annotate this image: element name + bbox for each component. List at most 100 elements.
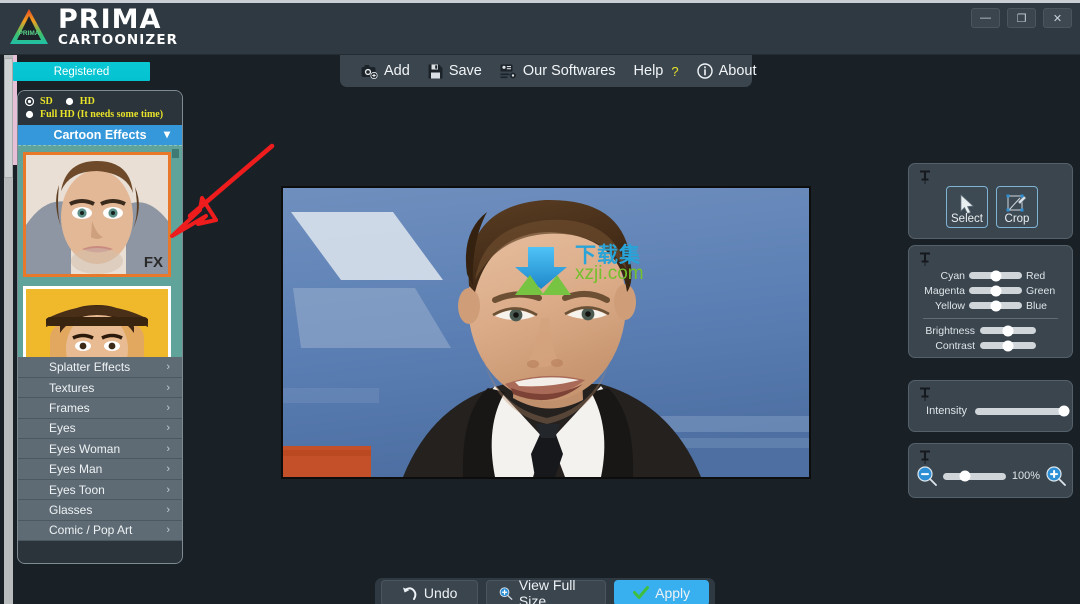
cartoon-effects-title: Cartoon Effects xyxy=(53,128,147,142)
category-glasses[interactable]: Glasses › xyxy=(18,500,182,521)
slider-knob[interactable] xyxy=(990,285,1001,296)
camera-add-icon xyxy=(361,64,378,79)
toolbar-help-button[interactable]: Help ? xyxy=(625,61,688,81)
chevron-right-icon: › xyxy=(166,422,170,435)
contrast-slider[interactable] xyxy=(980,340,1036,351)
radio-full-hd[interactable] xyxy=(25,110,34,119)
info-circle-icon xyxy=(696,63,713,79)
category-eyes[interactable]: Eyes › xyxy=(18,418,182,440)
image-preview-frame[interactable]: 下载集 xzji.com xyxy=(281,186,811,479)
thumbnail-scrollbar[interactable] xyxy=(172,148,180,377)
radio-hd[interactable] xyxy=(65,97,74,106)
close-icon[interactable]: ✕ xyxy=(1043,8,1072,28)
slider-knob[interactable] xyxy=(1002,340,1014,351)
registered-badge[interactable]: Registered xyxy=(13,62,150,81)
view-full-size-label: View Full Size xyxy=(518,577,576,604)
title-bar-top-strip xyxy=(0,0,1080,3)
slider-row-magenta-green: Magenta Green xyxy=(909,283,1072,298)
effect-category-list: Splatter Effects › Textures › Frames › E… xyxy=(18,357,182,541)
toolbar-add-button[interactable]: Add xyxy=(352,61,419,81)
window-controls: — ❐ ✕ xyxy=(971,8,1072,28)
undo-arrow-icon xyxy=(402,587,417,600)
slider-knob[interactable] xyxy=(990,300,1001,311)
intensity-panel: Intensity xyxy=(908,380,1073,432)
slider-label-green: Green xyxy=(1026,284,1056,297)
resolution-label-hd: HD xyxy=(79,96,95,107)
sidebar-footer xyxy=(18,541,182,563)
pushpin-icon[interactable] xyxy=(919,252,931,266)
logo-inner-text: PRIMA xyxy=(19,30,40,37)
toolbar-our-softwares-label: Our Softwares xyxy=(522,63,616,79)
brand-name: PRIMA xyxy=(58,4,162,35)
toolbar-add-label: Add xyxy=(384,63,410,79)
apply-button[interactable]: Apply xyxy=(614,580,709,604)
slider-label-magenta: Magenta xyxy=(924,284,965,297)
resolution-label-sd: SD xyxy=(40,96,53,107)
toolbar-about-button[interactable]: About xyxy=(688,61,766,81)
intensity-slider[interactable] xyxy=(975,405,1070,417)
slider-knob[interactable] xyxy=(1002,325,1014,336)
yellow-blue-slider[interactable] xyxy=(969,300,1022,311)
undo-label: Undo xyxy=(423,585,458,601)
category-label: Eyes xyxy=(49,421,76,436)
pushpin-icon[interactable] xyxy=(919,170,931,184)
restore-icon[interactable]: ❐ xyxy=(1007,8,1036,28)
category-label: Eyes Woman xyxy=(49,441,121,456)
check-icon xyxy=(633,586,650,599)
pushpin-icon[interactable] xyxy=(919,450,931,464)
category-textures[interactable]: Textures › xyxy=(18,377,182,399)
slider-row-yellow-blue: Yellow Blue xyxy=(909,298,1072,313)
toolbar-save-button[interactable]: Save xyxy=(419,61,491,81)
effect-thumbnail-list[interactable]: FX xyxy=(18,145,182,378)
zoom-slider[interactable] xyxy=(943,470,1006,482)
slider-knob[interactable] xyxy=(1058,405,1070,417)
cartoon-effects-header[interactable]: Cartoon Effects ▾ xyxy=(18,125,182,145)
panel-divider xyxy=(923,318,1058,319)
category-eyes-woman[interactable]: Eyes Woman › xyxy=(18,439,182,460)
zoom-percent-label: 100% xyxy=(1011,470,1040,482)
crop-icon xyxy=(1006,194,1027,211)
effect-thumbnail-item[interactable]: FX xyxy=(23,152,171,277)
resolution-options: SD HD Full HD (It needs some time) xyxy=(18,91,182,125)
slider-label-contrast: Contrast xyxy=(935,339,975,352)
radio-sd[interactable] xyxy=(25,97,34,106)
chevron-right-icon: › xyxy=(166,503,170,516)
magnifier-plus-icon xyxy=(500,586,513,600)
thumbnail-scrollbar-thumb[interactable] xyxy=(172,149,179,158)
chevron-right-icon: › xyxy=(166,463,170,476)
slider-knob[interactable] xyxy=(959,470,971,482)
chevron-right-icon: › xyxy=(166,524,170,537)
category-label: Splatter Effects xyxy=(49,360,131,375)
magnifier-plus-icon[interactable] xyxy=(1046,466,1066,486)
crop-tool-button[interactable]: Crop xyxy=(996,186,1038,228)
view-full-size-button[interactable]: View Full Size xyxy=(486,577,607,604)
software-list-icon xyxy=(500,64,517,79)
category-eyes-toon[interactable]: Eyes Toon › xyxy=(18,479,182,501)
bottom-action-bar: Undo View Full Size Apply xyxy=(375,577,715,604)
window-scrollbar-thumb[interactable] xyxy=(4,58,13,178)
fx-badge: FX xyxy=(143,254,163,271)
chevron-right-icon: › xyxy=(166,442,170,455)
toolbar-our-softwares-button[interactable]: Our Softwares xyxy=(491,61,625,81)
pushpin-icon[interactable] xyxy=(919,387,931,401)
category-frames[interactable]: Frames › xyxy=(18,398,182,419)
intensity-label: Intensity xyxy=(926,405,967,417)
cyan-red-slider[interactable] xyxy=(969,270,1022,281)
slider-row-brightness: Brightness xyxy=(909,323,1072,338)
intensity-row: Intensity xyxy=(919,405,1070,417)
app-logo: PRIMA PRIMA CARTOONIZER xyxy=(8,6,178,48)
watermark-en-text: xzji.com xyxy=(575,263,644,284)
select-tool-button[interactable]: Select xyxy=(946,186,988,228)
category-comic-pop-art[interactable]: Comic / Pop Art › xyxy=(18,520,182,541)
main-toolbar: Add Save Our Softwares Help ? About xyxy=(340,55,757,87)
minimize-icon[interactable]: — xyxy=(971,8,1000,28)
brightness-slider[interactable] xyxy=(980,325,1036,336)
category-eyes-man[interactable]: Eyes Man › xyxy=(18,459,182,480)
slider-knob[interactable] xyxy=(990,270,1001,281)
select-tool-label: Select xyxy=(951,212,983,225)
magnifier-minus-icon[interactable] xyxy=(917,466,937,486)
category-splatter-effects[interactable]: Splatter Effects › xyxy=(18,357,182,378)
magenta-green-slider[interactable] xyxy=(969,285,1022,296)
crop-tool-label: Crop xyxy=(1004,212,1030,225)
undo-button[interactable]: Undo xyxy=(381,580,479,604)
